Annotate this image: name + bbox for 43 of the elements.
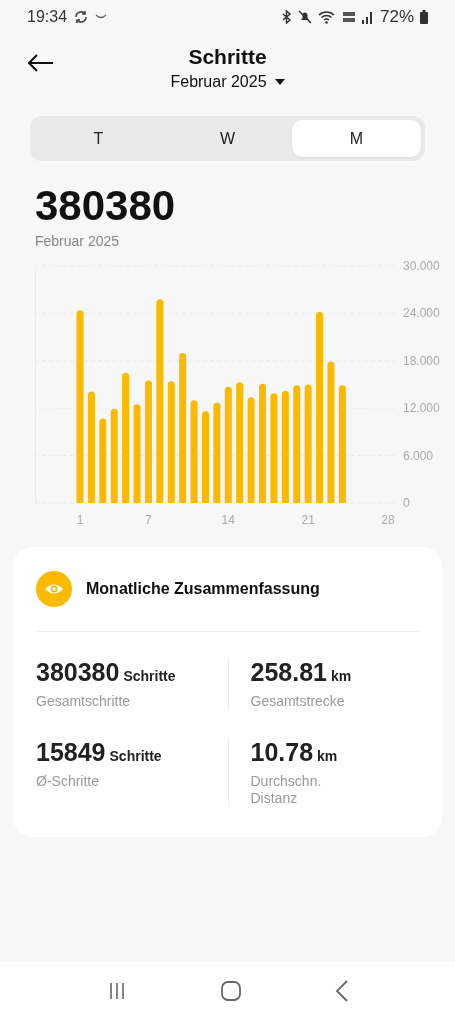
- summary-title: Monatliche Zusammenfassung: [86, 580, 320, 598]
- axis-label: 28: [381, 513, 395, 527]
- stat-label: Durchschn. Distanz: [250, 773, 323, 807]
- axis-label: 1: [76, 513, 84, 527]
- back-arrow-icon[interactable]: [28, 54, 54, 72]
- axis-label: 14: [221, 513, 235, 527]
- axis-label: 30.000: [403, 259, 440, 273]
- stat-value: 258.81: [250, 658, 327, 687]
- stat-value: 10.78: [250, 738, 314, 767]
- period-tab[interactable]: M: [292, 120, 421, 157]
- axis-label: 24.000: [403, 306, 440, 321]
- period-tab[interactable]: W: [163, 120, 292, 157]
- caret-icon: [274, 79, 285, 85]
- signal-icon: [361, 10, 374, 24]
- stat-value: 380380: [36, 658, 120, 687]
- total-steps: 380380: [35, 183, 455, 229]
- bluetooth-icon: [280, 10, 292, 24]
- back-icon[interactable]: [334, 980, 349, 1002]
- home-icon[interactable]: [219, 980, 242, 1002]
- page-title: Schritte: [188, 45, 267, 69]
- period-tab[interactable]: T: [34, 120, 163, 157]
- axis-label: 18.000: [403, 353, 440, 368]
- axis-label: 0: [403, 496, 410, 510]
- smile-icon: [95, 14, 108, 20]
- eye-icon: [36, 571, 72, 607]
- wifi-icon: [317, 10, 336, 24]
- stat-unit: km: [330, 668, 352, 684]
- period-dropdown[interactable]: Februar 2025: [170, 73, 285, 91]
- stat-value: 15849: [36, 738, 106, 767]
- mute-icon: [297, 10, 312, 24]
- axis-label: 6.000: [403, 448, 434, 463]
- axis-label: 7: [145, 513, 152, 527]
- axis-label: 21: [301, 513, 315, 527]
- battery-level: 72%: [379, 7, 414, 27]
- battery-icon: [420, 10, 428, 24]
- stat-unit: km: [317, 748, 338, 764]
- sync-icon: [73, 9, 90, 25]
- axis-label: 12.000: [403, 401, 440, 416]
- clock: 19:34: [27, 8, 68, 26]
- stat-unit: Schritte: [109, 748, 162, 764]
- stat-unit: Schritte: [123, 668, 176, 684]
- period-label: Februar 2025: [35, 233, 121, 249]
- stat-label: Ø-Schritte: [36, 773, 100, 790]
